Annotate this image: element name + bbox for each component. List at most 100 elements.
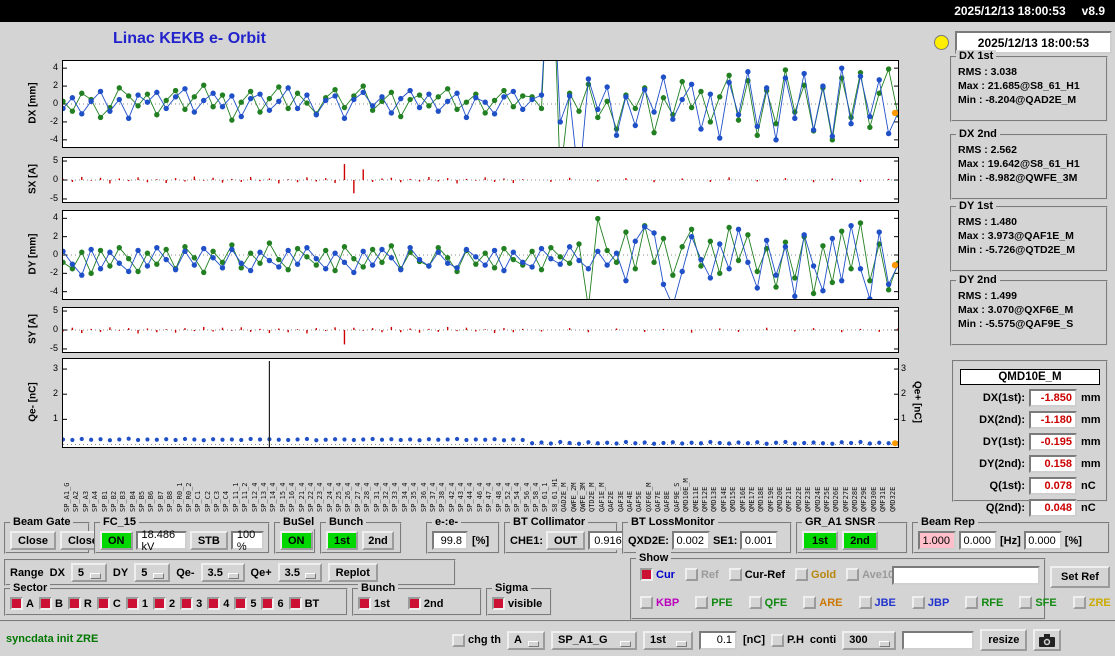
- fc15-percent-display: 100 %: [230, 529, 264, 553]
- beam-gate-close-button-1[interactable]: Close: [10, 531, 56, 550]
- sector-toggle-b[interactable]: B: [38, 597, 63, 610]
- ph-checkbox[interactable]: P.H: [771, 633, 804, 647]
- bpm-label: QMD20E: [776, 486, 785, 512]
- bpm-label: QMF21E: [785, 486, 794, 512]
- checkbox-label: ARE: [819, 596, 843, 609]
- sector-toggle-2[interactable]: 2: [152, 597, 175, 610]
- resize-button[interactable]: resize: [980, 629, 1028, 651]
- device-select-menu[interactable]: SP_A1_G: [551, 630, 637, 650]
- frame-label: BT LossMonitor: [628, 516, 718, 529]
- y-tick-label: -2: [49, 267, 58, 278]
- threshold-input[interactable]: [699, 630, 737, 650]
- bpm-label: QAF3E: [616, 490, 625, 512]
- sector-toggle-r[interactable]: R: [67, 597, 92, 610]
- busel-on-button[interactable]: ON: [280, 531, 313, 550]
- checkbox-label: KBP: [656, 596, 680, 609]
- range-qem-menu[interactable]: 3.5: [200, 563, 245, 582]
- monitor-rows: DX(1st): -1.850 mm DX(2nd): -1.180 mm DY(1st):…: [954, 389, 1106, 517]
- sector-toggle-6[interactable]: 6: [261, 597, 284, 610]
- bpm-label: QMF23E: [804, 486, 813, 512]
- bunch-select-menu[interactable]: 1st: [643, 630, 693, 650]
- aux-input[interactable]: [902, 630, 975, 650]
- show-toggle-cur[interactable]: Cur: [640, 568, 675, 581]
- snsr-2nd-button[interactable]: 2nd: [842, 531, 878, 550]
- che1-label: CHE1:: [510, 534, 544, 547]
- show-toggle-kbp[interactable]: KBP: [640, 596, 679, 609]
- fc15-frame: FC_15 ON 18.486 kV STB 100 %: [94, 516, 270, 554]
- bpm-label: SP_B8: [166, 490, 175, 512]
- checkbox-label: Gold: [811, 568, 837, 581]
- bpm-label: SP_C1: [194, 490, 203, 512]
- range-dx-menu[interactable]: 5: [70, 563, 107, 582]
- bpm-label: SP_31_4: [372, 482, 381, 512]
- sector-toggle-bt[interactable]: BT: [288, 597, 319, 610]
- show-toggle-ave10[interactable]: Ave10: [846, 568, 894, 581]
- bunch-2nd-button[interactable]: 2nd: [362, 531, 394, 550]
- replot-button[interactable]: Replot: [327, 563, 378, 582]
- sector-select-menu[interactable]: A: [507, 630, 545, 650]
- status-message: syncdata init ZRE: [6, 633, 99, 645]
- min-value: Min : -8.982@QWFE_3M: [958, 172, 1078, 184]
- show-toggle-sfe[interactable]: SFE: [1019, 596, 1057, 609]
- bpm-label: QAD2E_M: [560, 482, 569, 512]
- sector-toggle-4[interactable]: 4: [207, 597, 229, 610]
- show-row-1: Cur Ref Cur-Ref Gold Ave10: [640, 568, 894, 581]
- fc15-on-button[interactable]: ON: [100, 531, 133, 550]
- status-led: [934, 35, 949, 50]
- monitor-row-unit: nC: [1081, 502, 1096, 514]
- sector-toggle-1[interactable]: 1: [125, 597, 148, 610]
- monitor-row-unit: nC: [1081, 480, 1096, 492]
- bpm-label: SP_52_4: [503, 482, 512, 512]
- bpm-label: QMF12E: [700, 486, 709, 512]
- frame-label: FC_15: [100, 516, 140, 529]
- show-toggle-rfe[interactable]: RFE: [965, 596, 1003, 609]
- status-bar: syncdata init ZRE chg th A SP_A1_G 1st […: [0, 620, 1115, 656]
- monitor-row-label: DX(2nd):: [979, 414, 1025, 426]
- checkbox-label: JBP: [927, 596, 950, 609]
- sector-toggle-5[interactable]: 5: [234, 597, 256, 610]
- chg-th-checkbox[interactable]: chg th: [452, 633, 501, 647]
- show-toggle-cur-ref[interactable]: Cur-Ref: [728, 568, 785, 581]
- show-toggle-qfe[interactable]: QFE: [748, 596, 787, 609]
- plot-canvas-sy: [62, 307, 899, 353]
- show-toggle-jbe[interactable]: JBE: [858, 596, 896, 609]
- checkbox-label: R: [83, 597, 92, 610]
- y-tick-label: -5: [49, 192, 58, 203]
- bpm-label: SP_37_4: [428, 482, 437, 512]
- beam-rep-hz-label: [Hz]: [1000, 534, 1021, 547]
- che1-out-button[interactable]: OUT: [546, 531, 586, 550]
- bpm-label: S8_61_H1: [550, 478, 559, 512]
- show-toggle-zre[interactable]: ZRE: [1072, 596, 1111, 609]
- show-toggle-pfe[interactable]: PFE: [695, 596, 733, 609]
- gr-a1-snsr-frame: GR_A1 SNSR 1st 2nd: [796, 516, 908, 554]
- range-dy-menu[interactable]: 5: [134, 563, 171, 582]
- range-qep-menu[interactable]: 3.5: [277, 563, 322, 582]
- fc15-stb-button[interactable]: STB: [189, 531, 228, 550]
- bunch-toggle-1st[interactable]: 1st: [358, 597, 390, 610]
- monitor-row-label: Q(1st):: [989, 480, 1025, 492]
- bunch-1st-button[interactable]: 1st: [326, 531, 358, 550]
- frame-label: Sector: [10, 582, 51, 595]
- snsr-1st-button[interactable]: 1st: [802, 531, 838, 550]
- checkbox-indicator: [771, 633, 784, 647]
- checkbox-indicator: [911, 596, 925, 609]
- sector-toggle-c[interactable]: C: [96, 597, 121, 610]
- checkbox-label: 1st: [374, 597, 390, 610]
- show-toggle-gold[interactable]: Gold: [795, 568, 836, 581]
- sector-toggle-3[interactable]: 3: [180, 597, 202, 610]
- sector-toggle-a[interactable]: A: [10, 597, 34, 610]
- panel-title: DY 2nd: [956, 274, 1000, 287]
- interval-menu[interactable]: 300: [842, 630, 897, 650]
- show-toggle-are[interactable]: ARE: [803, 596, 843, 609]
- bpm-label: QMD10E_M: [682, 478, 691, 512]
- show-toggle-jbp[interactable]: JBP: [911, 596, 950, 609]
- snapshot-button[interactable]: [1033, 629, 1062, 651]
- bpm-label: SP_B6: [147, 490, 156, 512]
- sigma-toggle-visible[interactable]: visible: [492, 597, 542, 610]
- bpm-label: SP_38_4: [438, 482, 447, 512]
- bunch-toggle-2nd[interactable]: 2nd: [407, 597, 443, 610]
- ref-name-input[interactable]: [892, 566, 1040, 585]
- set-ref-button[interactable]: Set Ref: [1050, 566, 1110, 588]
- show-toggle-ref[interactable]: Ref: [684, 568, 719, 581]
- bpm-label: SP_35_4: [410, 482, 419, 512]
